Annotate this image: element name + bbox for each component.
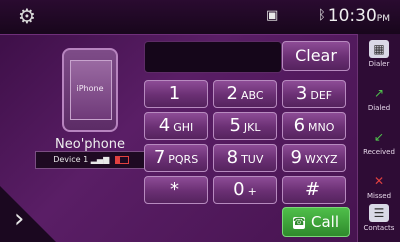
- key-star[interactable]: *: [144, 176, 208, 204]
- clock: 10:30PM: [327, 6, 390, 26]
- signal-icon: ▂▄▆: [90, 155, 110, 164]
- chevron-right-icon[interactable]: ›: [14, 206, 24, 232]
- corner-decoration: [0, 186, 56, 242]
- phone-handset-icon: ☎: [292, 216, 306, 229]
- key-1[interactable]: 1: [144, 80, 208, 108]
- phone-model-label: iPhone: [76, 84, 104, 93]
- call-button[interactable]: ☎ Call: [282, 207, 350, 237]
- key-9[interactable]: 9 WXYZ: [282, 144, 346, 172]
- sidebar-item-label: Dialer: [368, 60, 390, 68]
- key-7[interactable]: 7 PQRS: [144, 144, 208, 172]
- received-icon: ↙: [373, 130, 385, 144]
- key-2[interactable]: 2 ABC: [213, 80, 277, 108]
- key-3[interactable]: 3 DEF: [282, 80, 346, 108]
- device-info: Device 1 ▂▄▆: [35, 151, 147, 169]
- gear-icon[interactable]: ⚙: [16, 5, 38, 27]
- status-bar: ⚙ ▣ ᛒ 10:30PM: [0, 0, 400, 35]
- key-5[interactable]: 5 JKL: [213, 112, 277, 140]
- dialed-icon: ↗: [373, 86, 385, 100]
- missed-icon: ✕: [373, 174, 385, 188]
- sidebar-item-received[interactable]: ↙ Received: [361, 124, 397, 168]
- sidebar-item-label: Missed: [366, 192, 392, 200]
- device-number: Device 1: [53, 155, 89, 164]
- device-name: Neo'phone: [55, 137, 125, 152]
- sidebar: ▦ Dialer ↗ Dialed ↙ Received ✕ Missed ☰ …: [357, 34, 400, 242]
- bluetooth-icon: ᛒ: [318, 8, 326, 23]
- key-hash[interactable]: #: [282, 176, 346, 204]
- number-display: [144, 41, 282, 73]
- sidebar-item-label: Dialed: [367, 104, 391, 112]
- battery-icon: [114, 155, 129, 164]
- dialer-icon: ▦: [369, 40, 389, 58]
- key-0[interactable]: 0 +: [213, 176, 277, 204]
- key-4[interactable]: 4 GHI: [144, 112, 208, 140]
- contacts-icon: ☰: [369, 204, 389, 222]
- sidebar-item-label: Received: [363, 148, 395, 156]
- sidebar-item-label: Contacts: [363, 224, 395, 232]
- key-6[interactable]: 6 MNO: [282, 112, 346, 140]
- clear-button[interactable]: Clear: [282, 41, 350, 71]
- key-8[interactable]: 8 TUV: [213, 144, 277, 172]
- sidebar-item-dialed[interactable]: ↗ Dialed: [361, 80, 397, 124]
- phone-device-illustration: iPhone: [62, 48, 118, 132]
- phone-icon: iPhone: [62, 48, 118, 132]
- sidebar-item-dialer[interactable]: ▦ Dialer: [361, 36, 397, 80]
- sidebar-item-contacts[interactable]: ☰ Contacts: [361, 200, 397, 242]
- phone-app-screen: ⚙ ▣ ᛒ 10:30PM iPhone Neo'phone Device 1 …: [0, 0, 400, 242]
- screen-icon[interactable]: ▣: [266, 8, 278, 23]
